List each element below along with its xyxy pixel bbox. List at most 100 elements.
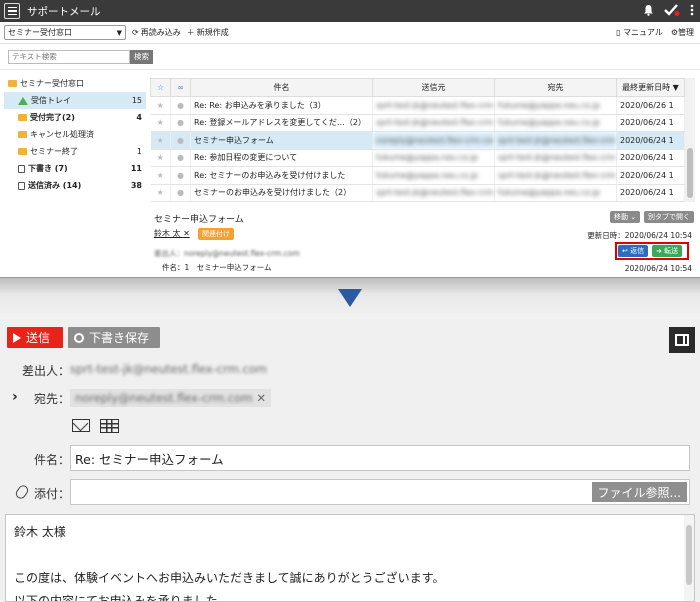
folder-label: キャンセル処理済 <box>30 130 94 139</box>
table-row[interactable]: ★ ● セミナーのお申込みを受け付けました（2） sprt-test-jk@ne… <box>150 184 685 202</box>
admin-link[interactable]: ⚙管理 <box>671 27 694 38</box>
col-to[interactable]: 宛先 <box>494 78 617 97</box>
panel-toggle-icon[interactable] <box>669 327 695 353</box>
table-row-selected[interactable]: ★ ● セミナー申込フォーム noreply@neutest.flex-crm.… <box>150 131 685 150</box>
checkmark-icon[interactable] <box>664 3 680 16</box>
star-icon[interactable]: ★ <box>150 166 171 185</box>
folder-cancelled[interactable]: キャンセル処理済 <box>4 126 146 143</box>
new-mail-button[interactable]: ＋ 新規作成 <box>187 27 229 38</box>
forward-icon: ➜ <box>656 247 662 255</box>
folder-sent[interactable]: 送信済み (14) 38 <box>4 177 146 194</box>
row-from: fukume@yappa.neu.co.jp <box>372 149 495 167</box>
folder-drafts[interactable]: 下書き (7) 11 <box>4 160 146 177</box>
table-row[interactable]: ★ ● Re: 登録メールアドレスを変更してくだ…（2） sprt-test-j… <box>150 114 685 132</box>
app-title: サポートメール <box>27 5 101 18</box>
folder-accepted[interactable]: 受付完了(2) 4 <box>4 109 146 126</box>
row-to: fukume@yappa.neu.co.jp <box>494 114 617 132</box>
link-tag[interactable]: 関連付け <box>198 228 234 240</box>
save-draft-button[interactable]: 下書き保存 <box>68 327 160 348</box>
attachment-field[interactable]: ファイル参照... <box>70 479 690 505</box>
col-updated[interactable]: 最終更新日時 ▼ <box>616 78 685 97</box>
folder-inbox[interactable]: 受信トレイ 15 <box>4 92 146 109</box>
folder-finished[interactable]: セミナー終了 1 <box>4 143 146 160</box>
body-line: この度は、体験イベントへお申込みいただきまして誠にありがとうございます。 <box>14 571 445 585</box>
reload-label: 再読み込み <box>140 28 181 37</box>
mail-preview: セミナー申込フォーム 移動 ⌄ 別タブで開く 鈴木 太 ✕ 関連付け 更新日時：… <box>150 206 695 276</box>
mailbox-select[interactable]: セミナー受付窓口 ▼ <box>4 25 126 40</box>
mail-body-editor[interactable]: 鈴木 太様 この度は、体験イベントへお申込みいただきまして誠にありがとうございま… <box>5 514 695 602</box>
address-book-icon[interactable] <box>100 419 119 433</box>
status-dot-icon: ● <box>170 149 191 167</box>
from-name-text: 鈴木 太 <box>154 229 181 238</box>
preview-from-name[interactable]: 鈴木 太 ✕ <box>154 228 190 239</box>
recipient-chip[interactable]: noreply@neutest.flex-crm.com ✕ <box>70 389 272 407</box>
play-icon <box>13 332 21 343</box>
compose-panel: 送信 下書き保存 差出人： sprt-test-jk@neutest.flex-… <box>0 319 700 602</box>
remove-recipient-icon[interactable]: ✕ <box>256 391 266 405</box>
reload-button[interactable]: ⟳ 再読み込み <box>132 27 181 38</box>
preview-subject-line: 件名：1 セミナー申込フォーム <box>162 263 272 272</box>
reply-button[interactable]: ↩ 返信 <box>618 245 649 257</box>
send-button[interactable]: 送信 <box>7 327 63 348</box>
recipient-address: noreply@neutest.flex-crm.com <box>75 391 253 405</box>
folder-label: 送信済み (14) <box>28 181 82 190</box>
subject-input[interactable]: Re: セミナー申込フォーム <box>70 445 690 471</box>
reply-label: 返信 <box>630 247 645 255</box>
chevron-down-icon: ⌄ <box>630 213 637 221</box>
status-dot-icon: ● <box>170 96 191 115</box>
star-column-icon[interactable]: ☆ <box>150 78 171 97</box>
table-row[interactable]: ★ ● Re: 参加日程の変更について fukume@yappa.neu.co.… <box>150 149 685 167</box>
mail-list-scrollbar[interactable] <box>685 78 695 202</box>
hamburger-menu-icon[interactable] <box>4 3 20 19</box>
row-from: noreply@neutest.flex-crm.com <box>372 131 495 150</box>
folder-icon <box>18 131 27 138</box>
star-icon[interactable]: ★ <box>150 131 171 150</box>
to-label: 宛先： <box>33 392 70 406</box>
folder-root[interactable]: セミナー受付窓口 <box>4 75 146 92</box>
transition-divider <box>0 277 700 319</box>
plus-icon: ＋ <box>186 28 195 37</box>
move-button[interactable]: 移動 ⌄ <box>610 211 641 223</box>
table-row[interactable]: ★ ● Re: Re: お申込みを承りました（3） sprt-test-jk@n… <box>150 96 685 115</box>
status-dot-icon: ● <box>170 131 191 150</box>
col-subject[interactable]: 件名 <box>190 78 373 97</box>
col-from[interactable]: 送信元 <box>372 78 495 97</box>
gear-icon: ⚙ <box>670 28 678 37</box>
row-subject: セミナー申込フォーム <box>190 131 373 150</box>
star-icon[interactable]: ★ <box>150 96 171 115</box>
chevron-right-icon[interactable]: › <box>12 389 18 405</box>
status-dot-icon: ● <box>170 166 191 185</box>
folder-label: 受付完了(2) <box>30 113 75 122</box>
preview-subject: セミナー申込フォーム <box>154 215 244 225</box>
folder-label: セミナー受付窓口 <box>20 79 84 88</box>
row-to: fukume@yappa.neu.co.jp <box>494 96 617 115</box>
manual-link[interactable]: ▯ マニュアル <box>616 27 663 38</box>
star-icon[interactable]: ★ <box>150 184 171 202</box>
manual-label: マニュアル <box>623 28 663 37</box>
table-row[interactable]: ★ ● Re: セミナーのお申込みを受け付けました fukume@yappa.n… <box>150 166 685 185</box>
close-icon[interactable]: ✕ <box>183 229 190 238</box>
star-icon[interactable]: ★ <box>150 114 171 132</box>
row-subject: セミナーのお申込みを受け付けました（2） <box>190 184 373 202</box>
browse-file-button[interactable]: ファイル参照... <box>591 482 687 502</box>
status-dot-icon: ● <box>170 114 191 132</box>
search-button[interactable]: 検索 <box>130 49 153 64</box>
row-subject: Re: セミナーのお申込みを受け付けました <box>190 166 373 185</box>
row-date: 2020/06/24 1 <box>616 184 685 202</box>
folder-tree: セミナー受付窓口 受信トレイ 15 受付完了(2) 4 キャンセル処理済 セミナ… <box>4 75 146 195</box>
open-tab-button[interactable]: 別タブで開く <box>644 211 694 223</box>
folder-open-icon <box>8 80 17 87</box>
bell-icon[interactable] <box>643 4 654 16</box>
more-vert-icon[interactable] <box>690 4 694 16</box>
body-scrollbar[interactable] <box>684 515 694 601</box>
row-subject: Re: 参加日程の変更について <box>190 149 373 167</box>
envelope-icon[interactable] <box>72 419 90 432</box>
link-column-icon[interactable]: ∞ <box>170 78 191 97</box>
star-icon[interactable]: ★ <box>150 149 171 167</box>
forward-button[interactable]: ➜ 転送 <box>652 245 683 257</box>
preview-date: 2020/06/24 10:54 <box>624 264 692 273</box>
search-input[interactable] <box>8 49 130 64</box>
folder-label: 下書き (7) <box>28 164 68 173</box>
body-line: 以下の内容にてお申込みを承りました。 <box>14 594 230 602</box>
row-date: 2020/06/24 1 <box>616 114 685 132</box>
